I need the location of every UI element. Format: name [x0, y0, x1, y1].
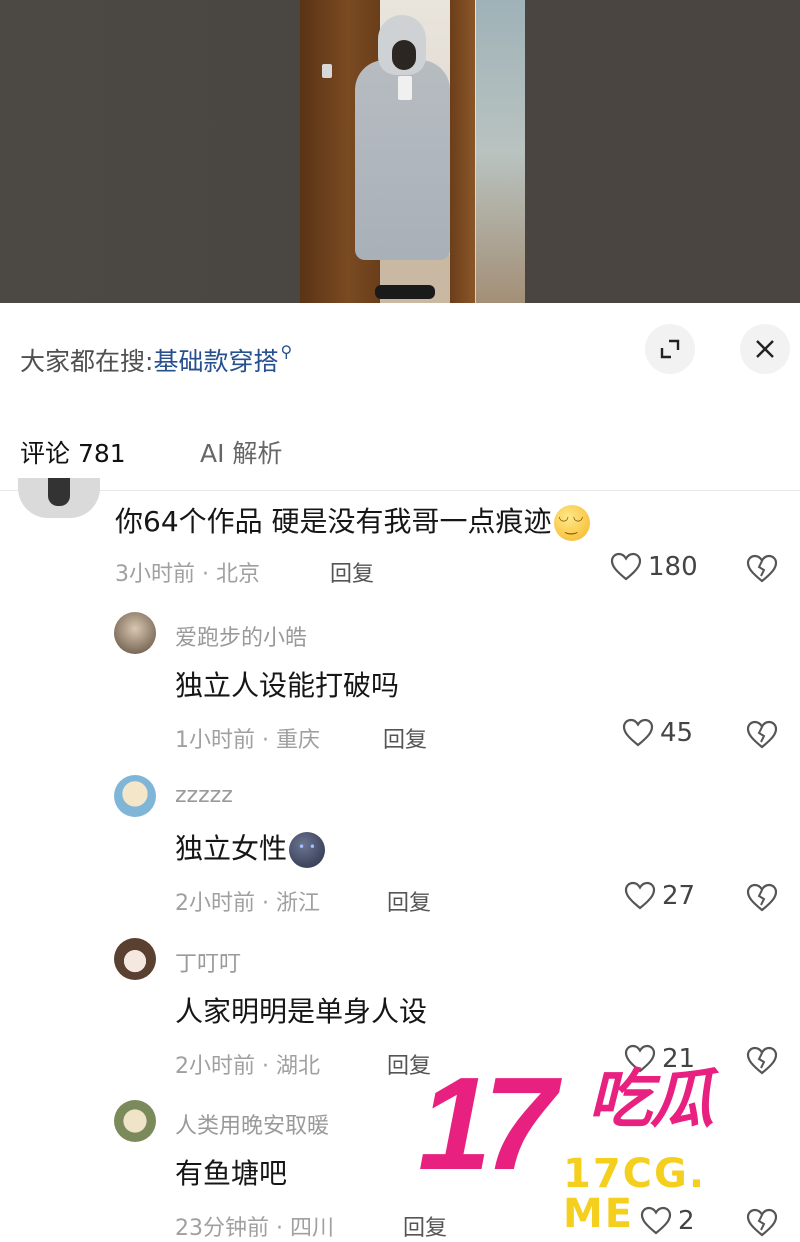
smiling-face-icon — [553, 505, 590, 541]
comment-meta: 2小时前 · 浙江 — [175, 891, 320, 916]
reply-button[interactable]: 回复 — [383, 722, 427, 754]
broken-heart-icon — [746, 720, 778, 749]
dislike-button[interactable] — [746, 554, 778, 588]
heart-icon — [610, 552, 642, 581]
like-count: 45 — [660, 718, 694, 748]
watermark-number: 17 — [418, 1050, 557, 1197]
comment-text: 你64个作品 硬是没有我哥一点痕迹 — [115, 500, 590, 541]
tab-ai-analysis[interactable]: AI 解析 — [200, 434, 282, 470]
dark-face-icon — [289, 832, 326, 868]
comment-text: 人家明明是单身人设 — [175, 995, 428, 1028]
comment-text: 有鱼塘吧 — [175, 1157, 288, 1190]
broken-heart-icon — [746, 554, 778, 583]
comment-meta: 2小时前 · 湖北 — [175, 1054, 320, 1079]
video-preview[interactable] — [0, 0, 800, 303]
expand-button[interactable] — [645, 324, 695, 374]
heart-icon — [624, 881, 656, 910]
reply-button[interactable]: 回复 — [330, 556, 374, 588]
username[interactable]: zzzzz — [175, 783, 233, 808]
like-button[interactable]: 27 — [624, 881, 695, 911]
tab-comments[interactable]: 评论 781 — [20, 434, 126, 470]
like-count: 27 — [662, 881, 696, 911]
heart-icon — [622, 718, 654, 747]
dislike-button[interactable] — [746, 883, 778, 917]
search-icon: ⚲ — [280, 342, 293, 361]
avatar[interactable] — [18, 478, 100, 518]
dislike-button[interactable] — [746, 720, 778, 754]
like-button[interactable]: 180 — [610, 552, 698, 582]
avatar[interactable] — [114, 775, 156, 817]
comment-meta: 3小时前 · 北京 — [115, 562, 260, 587]
comment-meta: 1小时前 · 重庆 — [175, 728, 320, 753]
watermark-url: 17CG. ME — [563, 1151, 707, 1237]
close-icon — [756, 340, 774, 358]
comment-text: 独立人设能打破吗 — [175, 669, 400, 702]
search-suggestion-bar: 大家都在搜:基础款穿搭 ⚲ — [0, 318, 800, 388]
like-button[interactable]: 45 — [622, 718, 693, 748]
watermark-logo: 17 吃瓜 17CG. ME — [418, 1050, 788, 1235]
broken-heart-icon — [746, 883, 778, 912]
search-suggestion[interactable]: 大家都在搜:基础款穿搭 ⚲ — [20, 342, 292, 378]
comment-text: 独立女性 — [175, 827, 326, 868]
username[interactable]: 爱跑步的小皓 — [175, 620, 307, 652]
comment-tabs: 评论 781 AI 解析 — [0, 420, 800, 491]
comment-meta: 23分钟前 · 四川 — [175, 1216, 334, 1241]
avatar[interactable] — [114, 1100, 156, 1142]
username[interactable]: 人类用晚安取暖 — [175, 1108, 329, 1140]
reply-button[interactable]: 回复 — [387, 885, 431, 917]
watermark-name: 吃瓜 — [588, 1063, 714, 1137]
username[interactable]: 丁叮叮 — [175, 946, 241, 978]
expand-icon — [660, 339, 680, 359]
avatar[interactable] — [114, 938, 156, 980]
like-count: 180 — [648, 552, 698, 582]
avatar[interactable] — [114, 612, 156, 654]
search-term[interactable]: 基础款穿搭 ⚲ — [153, 342, 292, 376]
close-button[interactable] — [740, 324, 790, 374]
search-prefix: 大家都在搜: — [20, 347, 154, 376]
reply-button[interactable]: 回复 — [403, 1210, 447, 1242]
